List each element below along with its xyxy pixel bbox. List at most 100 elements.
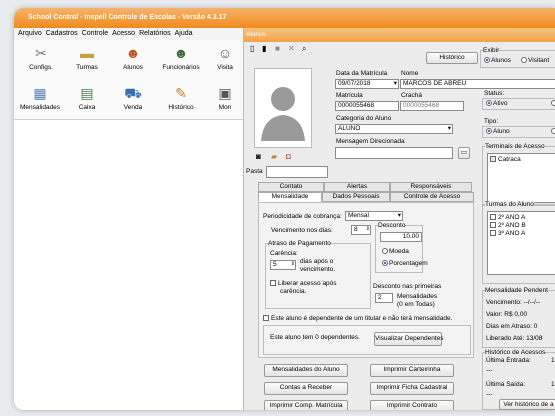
primeiras-stepper[interactable]: 2 bbox=[375, 293, 393, 303]
main-toolbar: ✂ Configs. ▬ Turmas ☻ Alunos ☻ Funcionários … bbox=[14, 40, 244, 120]
liberado-ate: Liberado Até: 13/08 bbox=[486, 335, 543, 342]
alunos-button[interactable]: ☻ Alunos bbox=[112, 44, 154, 71]
carencia-stepper[interactable]: 5 ⇕ bbox=[270, 260, 296, 270]
moeda-label: Moeda bbox=[389, 248, 409, 255]
pasta-field[interactable] bbox=[266, 166, 328, 178]
checkbox-icon bbox=[490, 214, 496, 221]
cracha-field[interactable]: 0000055468 bbox=[400, 101, 464, 111]
carencia-word-label: carência. bbox=[280, 288, 307, 295]
liberar-checkbox[interactable]: Liberar acesso após bbox=[270, 280, 337, 287]
open-folder-icon[interactable]: ▰ bbox=[271, 152, 277, 164]
tab-controle-acesso[interactable]: Controle de Acesso bbox=[390, 192, 474, 202]
tab-mensalidade[interactable]: Mensalidade bbox=[258, 192, 322, 202]
chevron-down-icon: ▾ bbox=[393, 80, 397, 87]
cancel-icon[interactable]: ✕ bbox=[288, 44, 295, 56]
desconto-group: Desconto 10.00 Moeda Porcentagem bbox=[375, 222, 428, 273]
historico-button[interactable]: ✎ Histórico bbox=[160, 84, 202, 111]
status-ativo-radio[interactable]: Ativo bbox=[486, 100, 507, 107]
periodicidade-label: Periodicidade de cobrança: bbox=[263, 213, 342, 220]
atraso-label: Atraso de Pagamento bbox=[268, 240, 331, 247]
alunos-window-title: Alunos bbox=[244, 28, 555, 42]
monitor-icon: ▣ bbox=[218, 85, 232, 101]
terminal-item[interactable]: Catraca bbox=[490, 156, 521, 163]
data-matricula-field[interactable]: 09/07/2018 ▾ bbox=[335, 79, 399, 89]
menu-arquivo[interactable]: Arquivo bbox=[14, 28, 42, 37]
imprimir-ficha-button[interactable]: Imprimir Ficha Cadastral bbox=[370, 382, 454, 395]
porcentagem-radio[interactable]: Porcentagem bbox=[382, 260, 428, 267]
mensalidades-button[interactable]: ▦ Mensalidades bbox=[18, 84, 62, 111]
turma-item[interactable]: 2º ANO A bbox=[490, 214, 525, 221]
primeiras-value: 2 bbox=[378, 294, 382, 301]
mon-button[interactable]: ▣ Mon bbox=[210, 84, 240, 111]
tipo-group: Aluno bbox=[482, 126, 555, 138]
desconto-field[interactable]: 10.00 bbox=[380, 232, 422, 242]
exibir-visitantes-radio[interactable]: Visitant bbox=[521, 57, 549, 64]
terminais-list[interactable]: Catraca bbox=[487, 153, 555, 203]
radio-on-icon bbox=[486, 128, 492, 135]
terminais-label: Terminais de Acesso bbox=[485, 143, 545, 150]
configs-button[interactable]: ✂ Configs. bbox=[20, 44, 62, 71]
nome-field[interactable]: MARCOS DE ABREU bbox=[400, 79, 555, 89]
mensalidades-aluno-button[interactable]: Mensalidades do Aluno bbox=[264, 364, 348, 377]
tipo-other-radio[interactable] bbox=[551, 128, 555, 135]
camera-icon[interactable]: ◙ bbox=[256, 152, 261, 164]
dias-apos-label: dias após o bbox=[300, 258, 334, 265]
visualizar-dependentes-button[interactable]: Visualizar Dependentes bbox=[374, 332, 444, 346]
turma-item[interactable]: 2º ANO B bbox=[490, 222, 526, 229]
tipo-aluno-radio[interactable]: Aluno bbox=[486, 128, 510, 135]
imprimir-carteirinha-button[interactable]: Imprimir Carteirinha bbox=[370, 364, 454, 377]
historico-aluno-button[interactable]: Histórico bbox=[426, 52, 478, 64]
dependentes-group: Este aluno tem 0 dependentes. Visualizar… bbox=[263, 325, 471, 355]
exibir-alunos-label: Alunos bbox=[491, 57, 511, 64]
vencimento-stepper[interactable]: 8 ⇕ bbox=[351, 225, 371, 235]
matricula-field[interactable]: 0000055468 bbox=[335, 101, 399, 111]
menu-controle[interactable]: Controle bbox=[78, 28, 108, 37]
exibir-label: Exibir bbox=[483, 47, 500, 54]
menu-acesso[interactable]: Acesso bbox=[108, 28, 135, 37]
periodicidade-select[interactable]: Mensal ▾ bbox=[345, 211, 403, 221]
funcionarios-button[interactable]: ☻ Funcionários bbox=[160, 44, 202, 71]
message-icon[interactable]: ▭ bbox=[458, 147, 470, 159]
turmas-button[interactable]: ▬ Turmas bbox=[66, 44, 108, 71]
mensagem-field[interactable] bbox=[335, 147, 453, 159]
turmas-list[interactable]: 2º ANO A 2º ANO B 3º ANO A bbox=[487, 211, 555, 275]
imprimir-contrato-button[interactable]: Imprimir Contrato bbox=[370, 400, 454, 410]
remove-photo-icon[interactable]: ◘ bbox=[286, 152, 291, 164]
status-other-radio[interactable] bbox=[551, 100, 555, 107]
tab-alertas[interactable]: Alertas bbox=[324, 182, 390, 192]
save-icon[interactable]: ■ bbox=[275, 44, 280, 56]
menu-cadastros[interactable]: Cadastros bbox=[42, 28, 78, 37]
dependente-checkbox[interactable]: Este aluno é dependente de um titular e … bbox=[263, 315, 452, 322]
venda-label: Venda bbox=[123, 104, 143, 111]
caixa-button[interactable]: ▤ Caixa bbox=[66, 84, 108, 111]
ver-historico-button[interactable]: Ver histórico de a bbox=[499, 399, 555, 410]
student-photo bbox=[254, 68, 312, 148]
radio-off-icon bbox=[551, 100, 555, 107]
turma-item[interactable]: 3º ANO A bbox=[490, 230, 525, 237]
radio-on-icon bbox=[486, 100, 492, 107]
chevron-down-icon: ▾ bbox=[397, 212, 401, 219]
carencia-value: 5 bbox=[273, 261, 277, 268]
mon-label: Mon bbox=[218, 104, 232, 111]
delete-icon[interactable]: ▮ bbox=[262, 44, 266, 56]
valor-pendente: Valor: R$ 0,00 bbox=[486, 311, 528, 318]
visita-button[interactable]: ☺ Visita bbox=[210, 44, 240, 71]
venda-button[interactable]: ⛟ Venda bbox=[112, 84, 154, 111]
mensalidade-pendente-label: Mensalidade Pendent bbox=[485, 287, 548, 294]
imprimir-comp-button[interactable]: Imprimir Comp. Matrícula bbox=[264, 400, 348, 410]
exibir-alunos-radio[interactable]: Alunos bbox=[484, 57, 511, 64]
categoria-select[interactable]: ALUNO ▾ bbox=[335, 124, 453, 134]
radio-off-icon bbox=[521, 57, 527, 64]
mensalidade-panel: Periodicidade de cobrança: Mensal ▾ Venci… bbox=[258, 202, 474, 358]
menu-relatorios[interactable]: Relatórios bbox=[135, 28, 171, 37]
tools-icon: ✂ bbox=[35, 45, 47, 61]
new-doc-icon[interactable]: ▯ bbox=[250, 44, 254, 56]
menu-ajuda[interactable]: Ajuda bbox=[171, 28, 193, 37]
app-title-bar: School Control - Inspell Controle de Esc… bbox=[14, 8, 555, 28]
search-doc-icon[interactable]: ⌕ bbox=[302, 44, 306, 56]
moeda-radio[interactable]: Moeda bbox=[382, 248, 409, 255]
tab-dados-pessoais[interactable]: Dados Pessoais bbox=[322, 192, 390, 202]
contas-receber-button[interactable]: Contas a Receber bbox=[264, 382, 348, 395]
tab-contato[interactable]: Contato bbox=[258, 182, 324, 192]
tab-responsaveis[interactable]: Responsáveis bbox=[390, 182, 472, 192]
